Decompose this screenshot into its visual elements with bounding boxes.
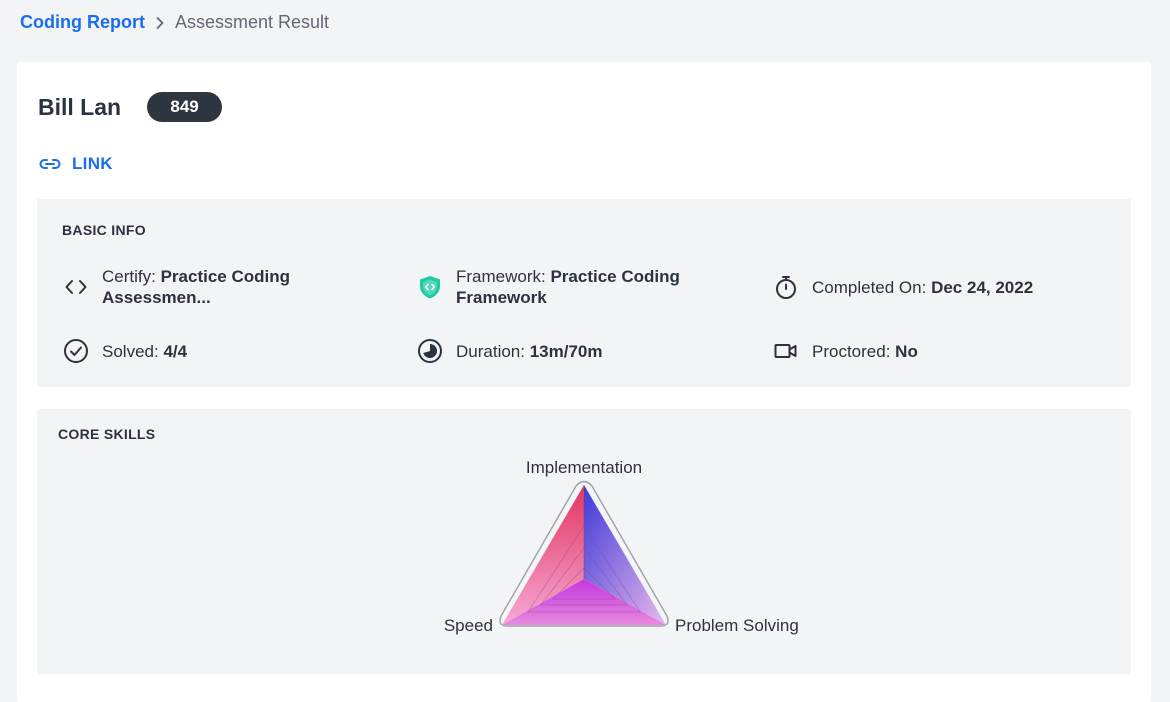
link-label: LINK bbox=[72, 154, 113, 173]
core-skills-radar: Implementation Problem Solving Speed bbox=[444, 458, 799, 635]
score-badge: 849 bbox=[147, 92, 223, 122]
pie-timer-icon bbox=[416, 337, 444, 365]
framework-label: Framework: bbox=[456, 267, 546, 286]
basic-info-panel: BASIC INFO Certify: Practice Coding Asse… bbox=[37, 199, 1131, 387]
basic-info-title: BASIC INFO bbox=[62, 222, 146, 238]
duration-info: Duration: 13m/70m bbox=[416, 337, 736, 365]
certify-label: Certify: bbox=[102, 267, 156, 286]
proctored-value: No bbox=[895, 341, 918, 361]
candidate-header: Bill Lan 849 bbox=[38, 92, 223, 122]
axis-label-problem-solving: Problem Solving bbox=[675, 616, 799, 635]
completed-label: Completed On: bbox=[812, 277, 927, 297]
certify-info: Certify: Practice Coding Assessmen... bbox=[62, 266, 362, 308]
framework-info: Framework: Practice Coding Framework bbox=[416, 266, 736, 308]
duration-label: Duration: bbox=[456, 341, 525, 361]
breadcrumb: Coding Report Assessment Result bbox=[20, 12, 329, 33]
video-camera-icon bbox=[772, 337, 800, 365]
proctored-info: Proctored: No bbox=[772, 337, 1072, 365]
check-circle-icon bbox=[62, 337, 90, 365]
breadcrumb-current: Assessment Result bbox=[174, 12, 330, 32]
link-button[interactable]: LINK bbox=[38, 152, 113, 176]
completed-info: Completed On: Dec 24, 2022 bbox=[772, 266, 1112, 308]
link-icon bbox=[39, 159, 61, 169]
code-icon bbox=[62, 273, 90, 301]
shield-icon bbox=[416, 273, 444, 301]
breadcrumb-coding-report-link[interactable]: Coding Report bbox=[20, 12, 145, 33]
proctored-label: Proctored: bbox=[812, 341, 891, 361]
completed-value: Dec 24, 2022 bbox=[931, 277, 1034, 297]
assessment-card: Bill Lan 849 LINK BASIC INFO Certify: Pr… bbox=[17, 62, 1151, 702]
core-skills-panel: CORE SKILLS Implementation Problem Solvi… bbox=[37, 409, 1131, 674]
chevron-right-icon bbox=[156, 16, 164, 29]
duration-value: 13m/70m bbox=[529, 341, 603, 361]
solved-label: Solved: bbox=[102, 341, 159, 361]
candidate-name: Bill Lan bbox=[38, 93, 122, 120]
axis-label-speed: Speed bbox=[444, 616, 493, 635]
axis-label-implementation: Implementation bbox=[526, 458, 642, 477]
solved-value: 4/4 bbox=[163, 341, 188, 361]
solved-info: Solved: 4/4 bbox=[62, 337, 362, 365]
stopwatch-icon bbox=[772, 273, 800, 301]
